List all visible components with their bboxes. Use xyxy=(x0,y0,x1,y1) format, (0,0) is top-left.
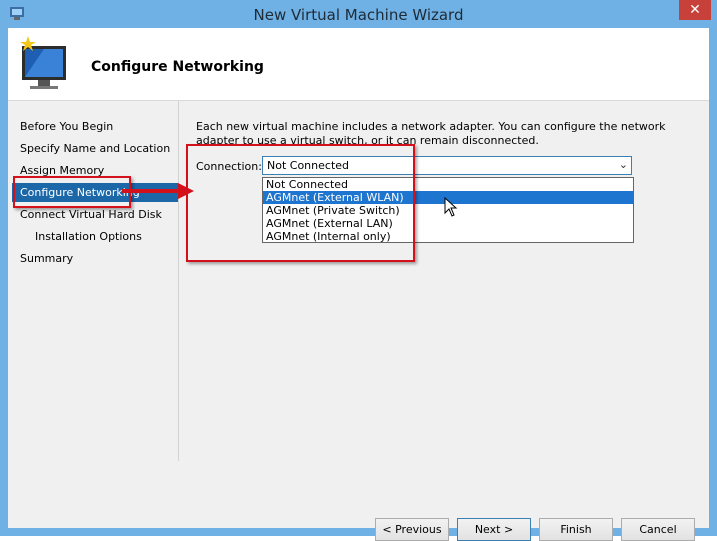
title-bar[interactable]: New Virtual Machine Wizard ✕ xyxy=(0,0,717,28)
wizard-header: Configure Networking xyxy=(8,28,709,101)
window-title: New Virtual Machine Wizard xyxy=(253,6,464,24)
finish-button[interactable]: Finish xyxy=(539,518,613,541)
step-installation-options[interactable]: Installation Options xyxy=(12,227,178,246)
mouse-pointer-icon xyxy=(444,197,458,217)
wizard-client-area: Configure Networking Before You Begin Sp… xyxy=(8,28,709,541)
cancel-button[interactable]: Cancel xyxy=(621,518,695,541)
page-title: Configure Networking xyxy=(91,59,264,75)
callout-box-step xyxy=(13,176,131,208)
previous-button[interactable]: < Previous xyxy=(375,518,449,541)
callout-arrow-icon xyxy=(122,183,194,199)
step-specify-name-location[interactable]: Specify Name and Location xyxy=(12,139,178,158)
chevron-down-icon[interactable]: ⌄ xyxy=(619,158,628,171)
steps-panel: Before You Begin Specify Name and Locati… xyxy=(8,101,179,461)
callout-box-connection xyxy=(186,144,415,262)
step-summary[interactable]: Summary xyxy=(12,249,178,268)
wizard-window: New Virtual Machine Wizard ✕ Configure N… xyxy=(0,0,717,541)
next-button[interactable]: Next > xyxy=(457,518,531,541)
new-vm-monitor-icon xyxy=(20,36,66,89)
step-before-you-begin[interactable]: Before You Begin xyxy=(12,117,178,136)
close-button[interactable]: ✕ xyxy=(679,0,711,20)
